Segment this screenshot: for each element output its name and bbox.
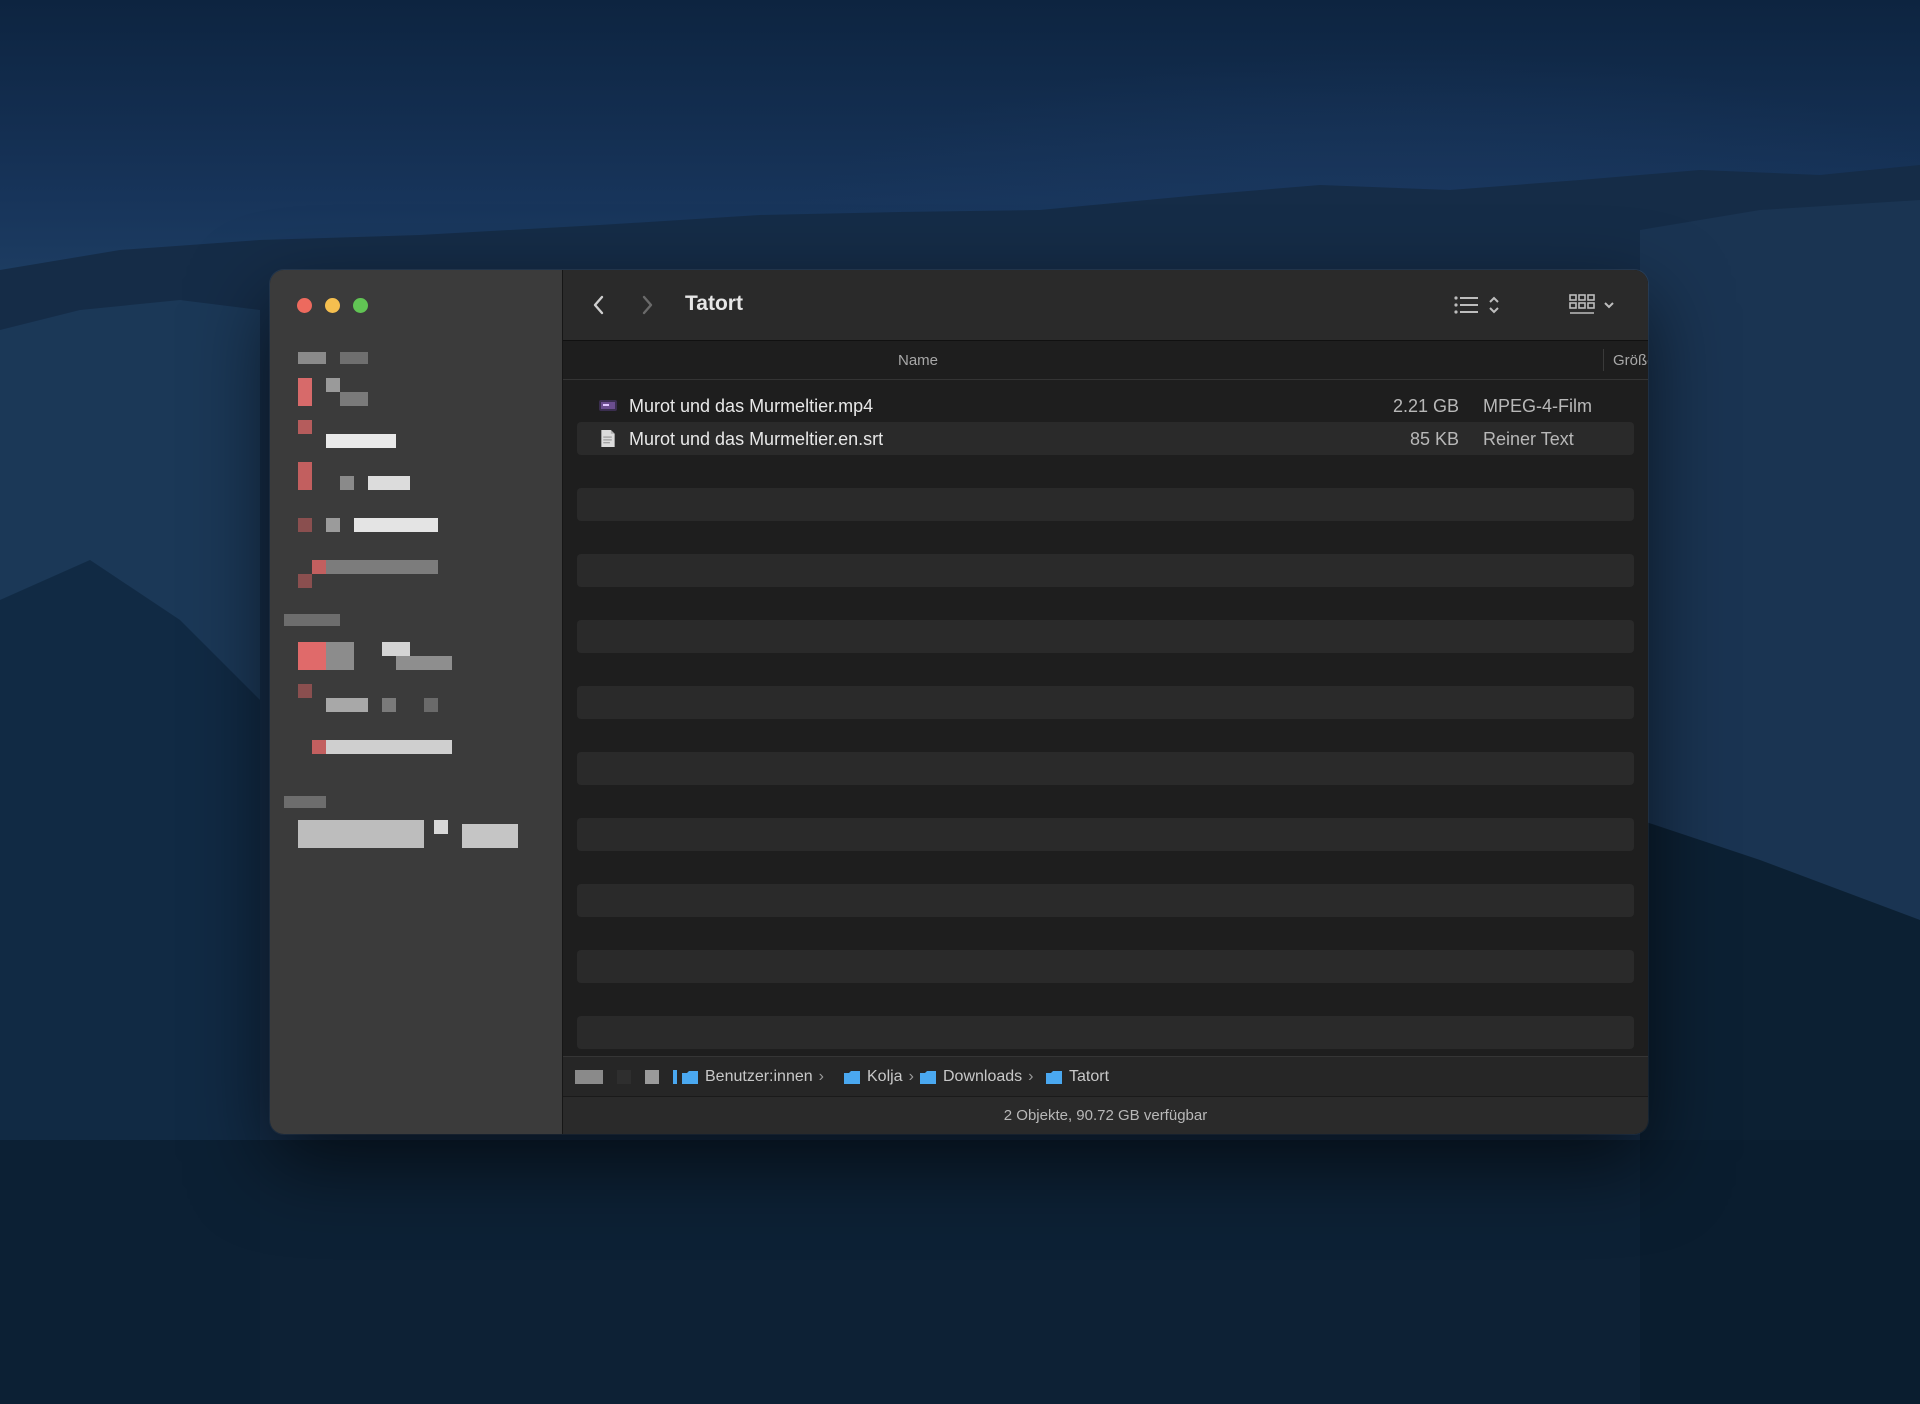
file-list: Murot und das Murmeltier.mp4 2.21 GB MPE… xyxy=(577,389,1634,1049)
empty-row xyxy=(577,785,1634,818)
empty-row xyxy=(577,719,1634,752)
empty-row xyxy=(577,851,1634,884)
empty-row xyxy=(577,917,1634,950)
path-item[interactable]: Benutzer:innen › xyxy=(681,1068,824,1086)
folder-icon xyxy=(844,1070,860,1084)
column-size-header[interactable]: Größe xyxy=(1613,352,1648,369)
file-kind: MPEG-4-Film xyxy=(1483,396,1592,416)
column-name-header[interactable]: Name xyxy=(898,352,938,369)
path-separator: › xyxy=(818,1068,824,1085)
toolbar: Tatort xyxy=(563,270,1648,341)
folder-icon xyxy=(682,1070,698,1084)
empty-row xyxy=(577,620,1634,653)
column-header: Name Größe Art xyxy=(563,341,1648,380)
empty-row xyxy=(577,1016,1634,1049)
empty-row xyxy=(577,587,1634,620)
finder-window: Tatort Name Größ Murot und das Murmeltie… xyxy=(270,270,1648,1134)
view-mode-button[interactable] xyxy=(1453,292,1501,318)
folder-icon xyxy=(1046,1070,1062,1084)
file-size: 2.21 GB xyxy=(1392,396,1459,416)
path-item[interactable]: Downloads › xyxy=(919,1068,1033,1086)
path-separator: › xyxy=(1028,1068,1034,1085)
empty-row xyxy=(577,554,1634,587)
forward-button[interactable] xyxy=(639,292,655,318)
path-label: Tatort xyxy=(1069,1068,1110,1085)
empty-row xyxy=(577,950,1634,983)
empty-row xyxy=(577,653,1634,686)
path-item[interactable]: Tatort xyxy=(1045,1068,1109,1086)
sidebar xyxy=(270,270,563,1134)
empty-row xyxy=(577,884,1634,917)
empty-row xyxy=(577,818,1634,851)
file-name: Murot und das Murmeltier.en.srt xyxy=(629,429,884,449)
chevron-down-icon xyxy=(1604,302,1614,309)
empty-row xyxy=(577,686,1634,719)
path-item[interactable]: Kolja › xyxy=(843,1068,914,1086)
empty-row xyxy=(577,983,1634,1016)
share-button[interactable] xyxy=(1647,292,1648,318)
video-file-icon xyxy=(599,400,617,411)
back-button[interactable] xyxy=(591,292,607,318)
file-name: Murot und das Murmeltier.mp4 xyxy=(629,396,874,416)
path-separator: › xyxy=(908,1068,914,1085)
empty-row xyxy=(577,521,1634,554)
main-pane: Tatort Name Größ Murot und das Murmeltie… xyxy=(563,270,1648,1134)
zoom-button[interactable] xyxy=(353,298,368,313)
chevron-left-icon xyxy=(593,295,604,315)
group-button[interactable] xyxy=(1568,292,1616,318)
window-title: Tatort xyxy=(685,292,743,315)
file-kind: Reiner Text xyxy=(1483,429,1574,449)
file-row[interactable]: Murot und das Murmeltier.en.srt 85 KB Re… xyxy=(577,422,1634,455)
path-label: Kolja xyxy=(867,1068,903,1085)
chevron-right-icon xyxy=(642,295,653,315)
folder-icon xyxy=(920,1070,936,1084)
column-separator[interactable] xyxy=(1603,349,1604,371)
close-button[interactable] xyxy=(297,298,312,313)
list-view-icon xyxy=(1454,296,1478,314)
file-row[interactable]: Murot und das Murmeltier.mp4 2.21 GB MPE… xyxy=(577,389,1634,422)
up-down-chevron-icon xyxy=(1489,296,1499,314)
path-label: Benutzer:innen xyxy=(705,1068,813,1085)
empty-row xyxy=(577,752,1634,785)
empty-row xyxy=(577,488,1634,521)
grid-group-icon xyxy=(1569,294,1595,314)
path-label: Downloads xyxy=(943,1068,1023,1085)
share-icon xyxy=(1647,291,1648,319)
minimize-button[interactable] xyxy=(325,298,340,313)
status-bar: 2 Objekte, 90.72 GB verfügbar xyxy=(563,1096,1648,1134)
file-size: 85 KB xyxy=(1409,429,1459,449)
text-file-icon xyxy=(601,429,615,448)
empty-row xyxy=(577,455,1634,488)
path-bar: Benutzer:innen › Kolja › Downloads › Tat… xyxy=(563,1056,1648,1097)
